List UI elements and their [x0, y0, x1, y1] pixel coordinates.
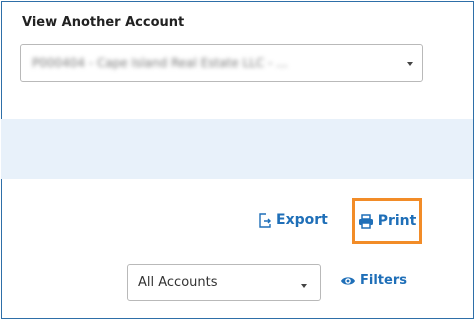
info-band [1, 119, 473, 179]
export-label: Export [276, 212, 328, 228]
account-select-value: P000404 - Cape Island Real Estate LLC - … [32, 56, 288, 70]
filters-button[interactable]: Filters [340, 273, 407, 288]
chevron-down-icon [407, 62, 413, 66]
section-title: View Another Account [22, 15, 185, 30]
print-label: Print [377, 213, 417, 229]
export-button[interactable]: Export [258, 212, 328, 228]
account-select[interactable]: P000404 - Cape Island Real Estate LLC - … [20, 44, 423, 82]
filters-label: Filters [360, 273, 407, 288]
printer-icon [358, 213, 373, 229]
export-icon [259, 212, 271, 228]
chevron-down-icon [301, 284, 307, 288]
eye-icon [341, 276, 355, 285]
accounts-filter-value: All Accounts [138, 275, 218, 290]
print-button[interactable]: Print [352, 198, 422, 244]
accounts-filter-select[interactable]: All Accounts [127, 264, 321, 301]
